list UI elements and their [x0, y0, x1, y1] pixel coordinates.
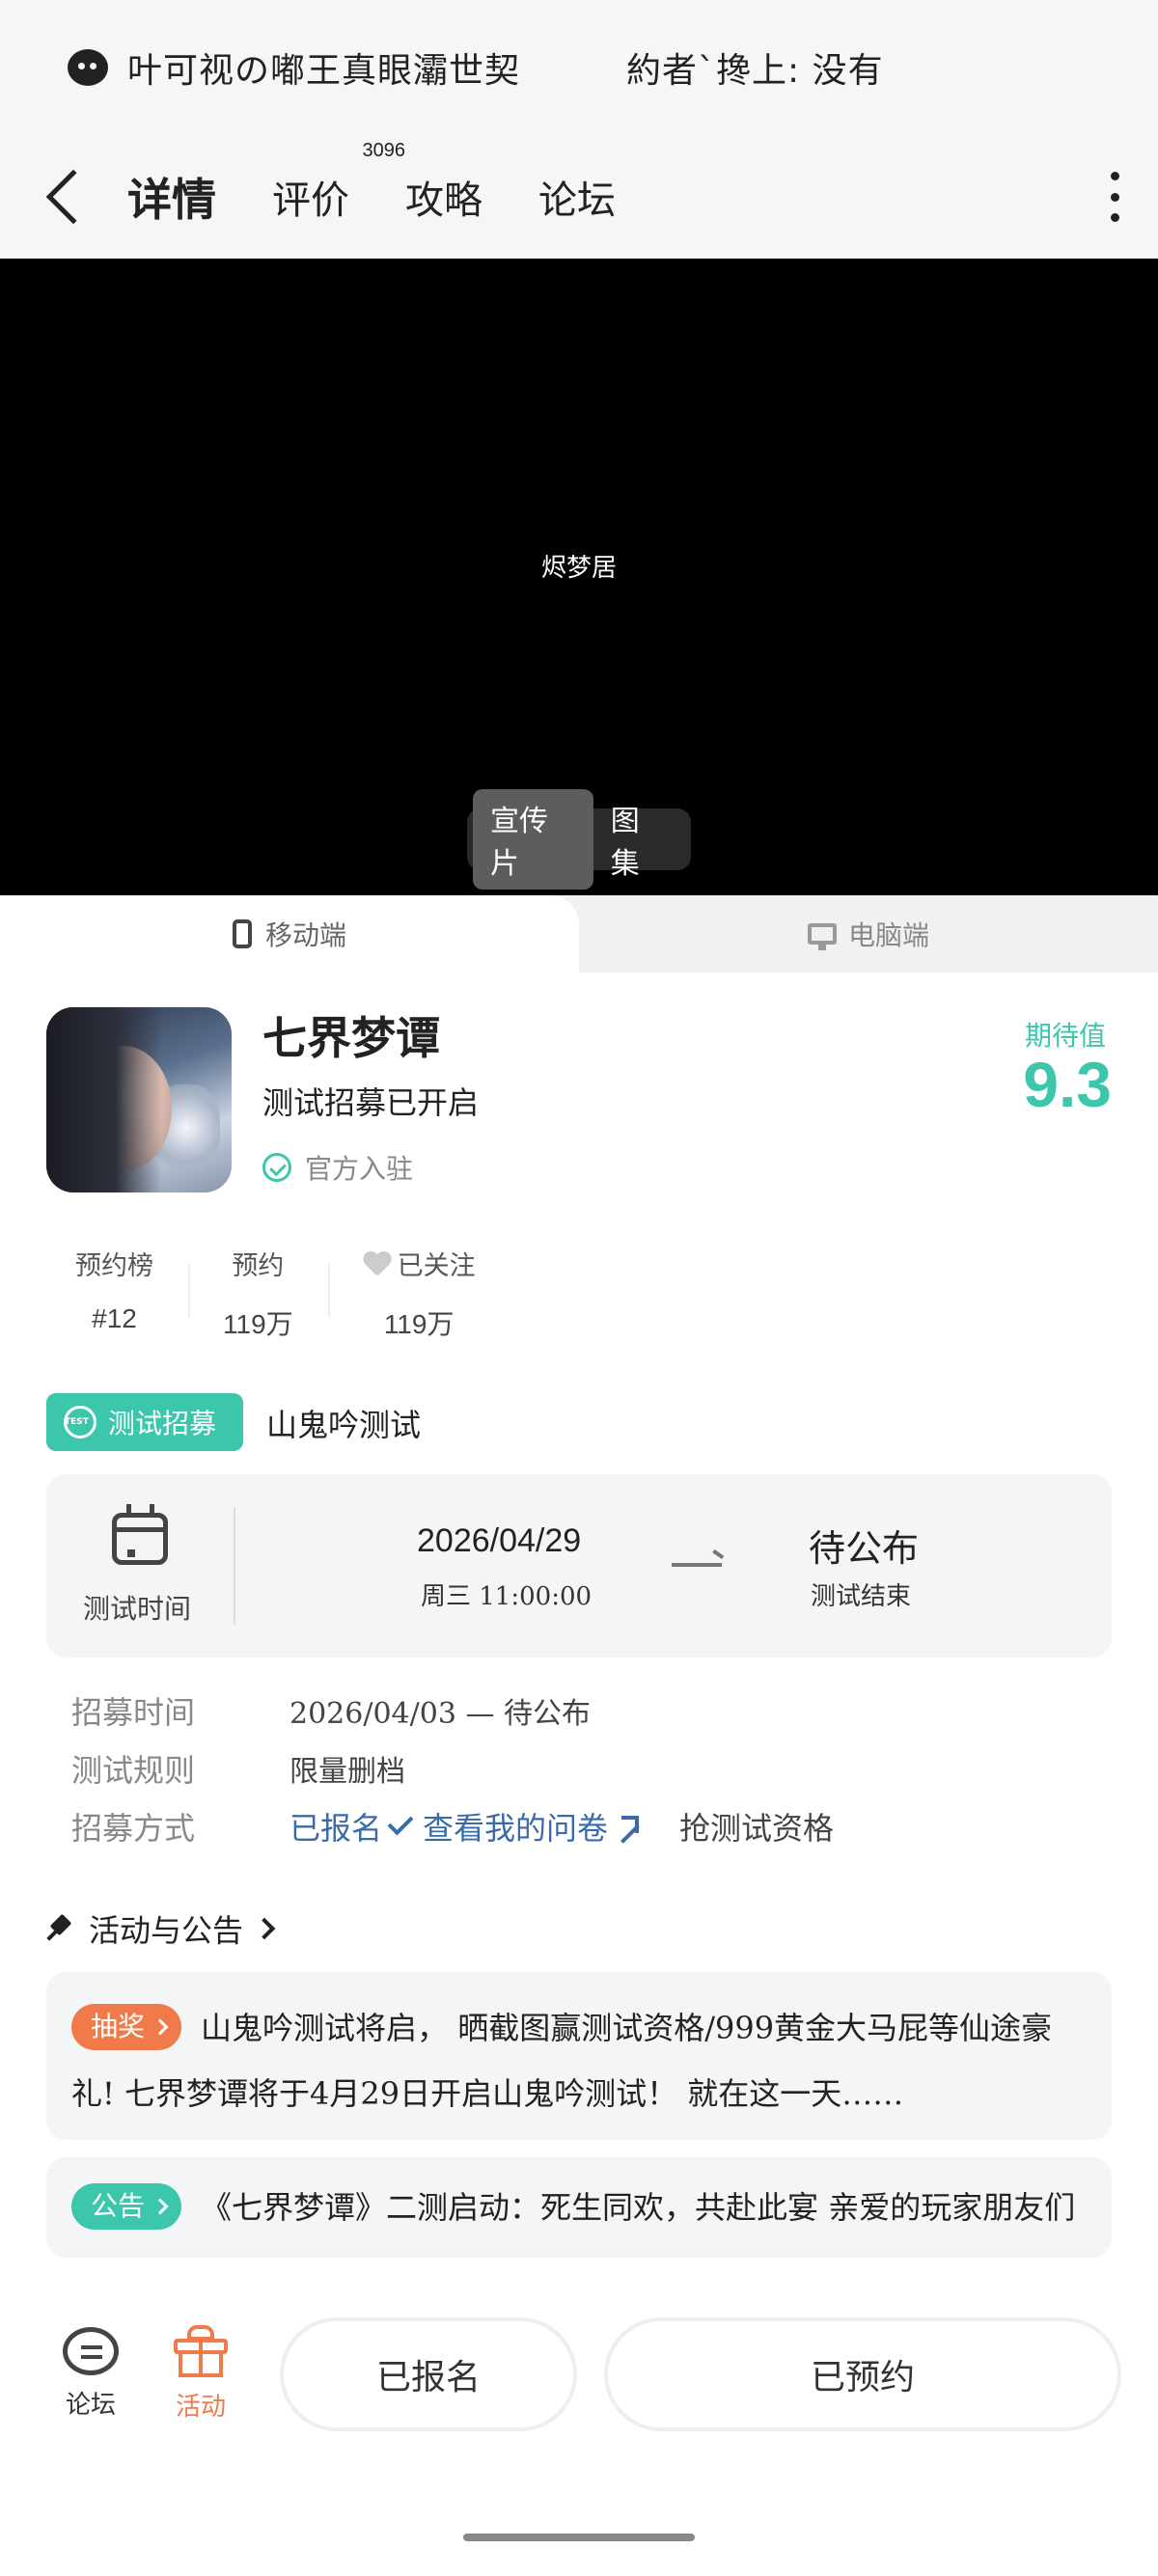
tab-label: 论坛	[538, 178, 616, 223]
recruit-badge: 测试招募	[46, 1393, 243, 1451]
bottom-forum-label: 论坛	[65, 2391, 116, 2420]
activity-card-lottery[interactable]: 抽奖 山鬼吟测试将启， 晒截图赢测试资格/999黄金大马屁等仙途豪礼! 七界梦谭将…	[46, 1972, 1112, 2140]
heart-icon	[363, 1250, 392, 1277]
test-start-date: 2026/04/29	[417, 1522, 582, 1559]
stat-reservations: 预约 119万	[188, 1245, 328, 1341]
bottom-activity-label: 活动	[175, 2393, 226, 2422]
video-watermark: 烬梦居	[540, 554, 617, 583]
stat-rank[interactable]: 预约榜 #12	[46, 1245, 188, 1341]
tab-forum[interactable]: 论坛	[538, 169, 616, 225]
switch-gallery[interactable]: 图集	[593, 789, 685, 890]
signed-up-label: 已报名	[290, 1810, 383, 1847]
grab-qualification[interactable]: 抢测试资格	[679, 1804, 834, 1849]
more-options-icon[interactable]	[1110, 172, 1119, 222]
tab-guides[interactable]: 攻略	[405, 169, 482, 225]
test-time-label: 测试时间	[83, 1593, 192, 1625]
external-link-icon	[618, 1816, 640, 1837]
info-value: 2026/04/03 — 待公布	[290, 1697, 591, 1731]
activity-card-notice[interactable]: 公告 《七界梦谭》二测启动：死生同欢，共赴此宴 亲爱的玩家朋友们	[46, 2157, 1112, 2258]
test-time-card: 测试时间 2026/04/29 周三 11:00:00 待公布 测试结束	[46, 1474, 1112, 1658]
info-key: 招募时间	[71, 1694, 196, 1731]
recruit-method-row: 招募方式 已报名 查看我的问卷 抢测试资格	[71, 1804, 834, 1849]
tab-label: 攻略	[405, 178, 482, 223]
tab-reviews[interactable]: 评价 3096	[272, 140, 405, 225]
stat-value: 119万	[223, 1309, 293, 1339]
activity-content: 《七界梦谭》二测启动：死生同欢，共赴此宴 亲爱的玩家朋友们	[201, 2189, 1076, 2226]
tab-label: 详情	[127, 174, 216, 226]
checkmark-icon	[387, 1809, 414, 1836]
follow-label: 已关注	[397, 1251, 476, 1281]
tab-label: 评价	[272, 178, 349, 223]
check-circle-icon	[262, 1153, 291, 1182]
recruit-name: 山鬼吟测试	[266, 1407, 422, 1443]
phone-icon	[232, 919, 252, 948]
notification-text-left: 叶可视の嘟王真眼灞世契	[127, 51, 521, 91]
chevron-right-icon	[152, 2198, 169, 2214]
info-key: 测试规则	[71, 1752, 196, 1789]
stat-label: 预约	[232, 1251, 285, 1281]
stat-label: 已关注	[363, 1245, 476, 1282]
game-icon[interactable]	[46, 1007, 232, 1192]
test-end-value: 待公布	[809, 1527, 920, 1570]
review-count-badge: 3096	[362, 140, 406, 161]
stat-follow[interactable]: 已关注 119万	[327, 1245, 510, 1341]
chevron-right-icon	[152, 2018, 169, 2035]
activities-title: 活动与公告	[89, 1912, 244, 1949]
stat-value: 119万	[383, 1309, 455, 1339]
info-key: 招募方式	[71, 1810, 196, 1847]
chevron-right-icon	[253, 1917, 276, 1940]
switch-trailer[interactable]: 宣传片	[473, 789, 593, 890]
test-end-label: 测试结束	[811, 1582, 912, 1611]
notice-tag: 公告	[71, 2182, 182, 2230]
reserved-button[interactable]: 已预约	[604, 2317, 1121, 2431]
calendar-icon	[112, 1504, 168, 1565]
media-switch: 宣传片 图集	[467, 789, 691, 890]
test-icon	[64, 1406, 96, 1439]
top-nav: 详情 评价 3096 攻略 论坛	[0, 135, 1158, 259]
lottery-tag: 抽奖	[71, 2003, 182, 2050]
pin-icon	[46, 1916, 71, 1941]
game-subtitle: 测试招募已开启	[262, 1084, 480, 1121]
stat-label: 预约榜	[75, 1251, 153, 1281]
home-indicator[interactable]	[463, 2534, 695, 2541]
official-label: 官方入驻	[305, 1153, 414, 1185]
arrow-right-icon	[672, 1563, 722, 1567]
stats-row: 预约榜 #12 预约 119万 已关注 119万	[46, 1245, 510, 1341]
activity-content: 山鬼吟测试将启， 晒截图赢测试资格/999黄金大马屁等仙途豪礼! 七界梦谭将于4…	[71, 2010, 1053, 2112]
stat-value: #12	[92, 1303, 137, 1333]
game-title: 七界梦谭	[262, 1012, 440, 1064]
test-start-time: 周三 11:00:00	[421, 1582, 593, 1611]
monitor-icon	[807, 923, 837, 950]
recruit-badge-label: 测试招募	[108, 1408, 217, 1439]
forum-icon	[63, 2327, 119, 2375]
activity-text: 抽奖 山鬼吟测试将启， 晒截图赢测试资格/999黄金大马屁等仙途豪礼! 七界梦谭将…	[71, 1995, 1087, 2126]
divider	[234, 1507, 235, 1625]
activities-header[interactable]: 活动与公告	[46, 1906, 276, 1951]
activity-text: 公告 《七界梦谭》二测启动：死生同欢，共赴此宴 亲爱的玩家朋友们	[71, 2175, 1087, 2240]
view-survey-link[interactable]: 查看我的问卷	[423, 1804, 640, 1849]
tab-pc[interactable]: 电脑端	[579, 895, 1158, 973]
tab-details[interactable]: 详情	[122, 165, 222, 236]
bottom-activity[interactable]: 活动	[170, 2325, 232, 2423]
bottom-forum[interactable]: 论坛	[60, 2327, 122, 2421]
tab-mobile-label: 移动端	[264, 919, 346, 951]
wechat-icon	[68, 49, 108, 86]
tab-pc-label: 电脑端	[847, 919, 929, 951]
tab-mobile[interactable]: 移动端	[0, 895, 579, 973]
back-arrow-icon[interactable]	[45, 169, 101, 225]
recruit-time-row: 招募时间 2026/04/03 — 待公布	[71, 1688, 591, 1733]
notification-text-right: 約者`搀上: 没有	[626, 51, 884, 91]
signed-up-status: 已报名	[290, 1804, 414, 1849]
platform-tabs: 移动端 电脑端	[0, 895, 1158, 973]
gift-icon	[174, 2325, 228, 2377]
signed-up-button[interactable]: 已报名	[280, 2317, 577, 2431]
view-survey-label: 查看我的问卷	[423, 1810, 609, 1847]
official-badge: 官方入驻	[262, 1148, 413, 1187]
notification-bar[interactable]: 叶可视の嘟王真眼灞世契 約者`搀上: 没有	[0, 0, 1158, 135]
test-rules-row: 测试规则 限量删档	[71, 1746, 405, 1791]
video-player[interactable]: 烬梦居 宣传片 图集	[0, 259, 1158, 895]
expect-score: 9.3	[1023, 1049, 1112, 1120]
info-value: 限量删档	[290, 1755, 405, 1789]
